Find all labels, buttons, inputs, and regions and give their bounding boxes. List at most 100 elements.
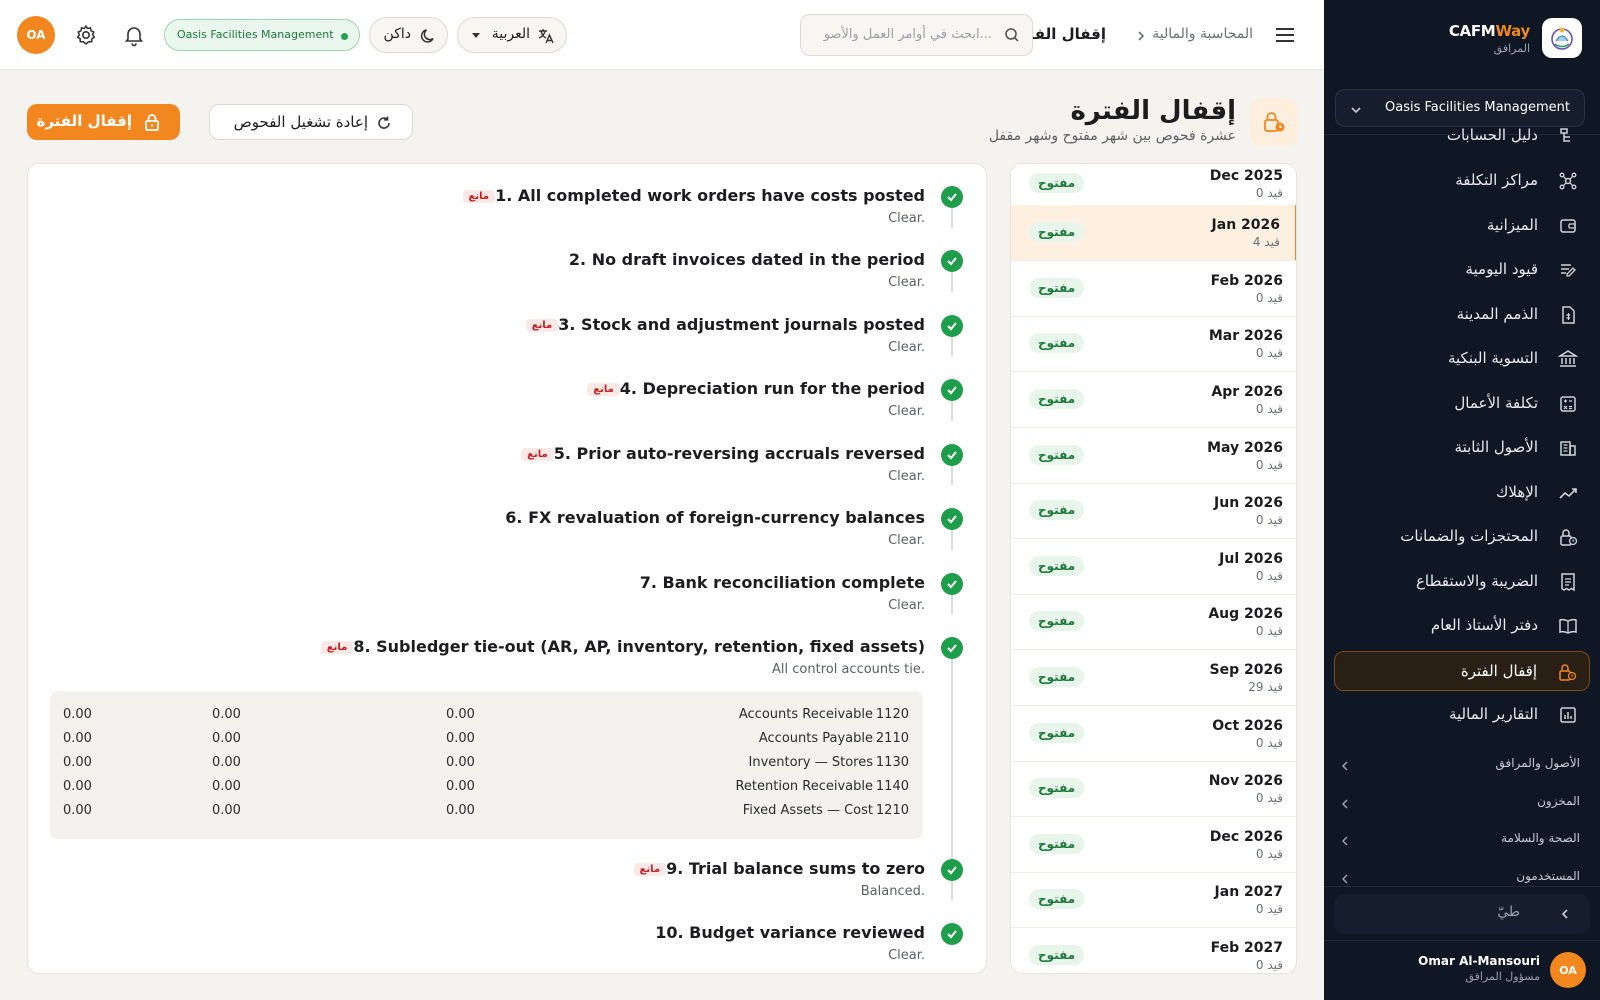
check-circle-icon [941, 923, 963, 945]
language-selector[interactable]: العربية [457, 17, 567, 53]
period-item[interactable]: Mar 2026 0 قيد مفتوح [1011, 316, 1296, 372]
status-badge: مفتوح [1029, 945, 1085, 965]
amount-cell: 0.00 [63, 731, 92, 746]
period-item[interactable]: Jun 2026 0 قيد مفتوح [1011, 483, 1296, 539]
table-row: 1130 Inventory — Stores 0.00 0.00 0.00 [50, 751, 923, 775]
period-entry-count: 0 قيد [1255, 513, 1283, 527]
chevron-left-icon [1340, 832, 1350, 851]
check-detail: Clear. [888, 211, 925, 226]
amount-cell: 0.00 [63, 779, 92, 794]
moon-icon [419, 27, 437, 49]
breadcrumb-parent[interactable]: المحاسبة والمالية [1152, 26, 1253, 42]
blocking-badge: مانع [521, 448, 554, 461]
period-item[interactable]: May 2026 0 قيد مفتوح [1011, 428, 1296, 484]
blocking-badge: مانع [462, 190, 496, 203]
brand[interactable]: CAFMWay المرافق [1342, 18, 1582, 60]
sidebar-item-general-ledger[interactable]: دفتر الأستاذ العام [1334, 606, 1590, 646]
status-dot [341, 33, 348, 40]
check-detail: Clear. [888, 948, 925, 963]
account-code: 1130 [875, 755, 909, 770]
period-entry-count: 0 قيد [1255, 736, 1283, 750]
sidebar-item-period-close[interactable]: إقفال الفترة [1334, 651, 1590, 691]
table-row: 1210 Fixed Assets — Cost 0.00 0.00 0.00 [50, 799, 923, 823]
period-item[interactable]: Oct 2026 0 قيد مفتوح [1011, 706, 1296, 762]
sidebar-group-label: الصحة والسلامة [1501, 831, 1580, 845]
receivable-document-icon [1558, 305, 1578, 325]
lock-clock-icon [1558, 527, 1578, 547]
table-row: 1120 Accounts Receivable 0.00 0.00 0.00 [50, 703, 923, 727]
amount-cell: 0.00 [446, 779, 475, 794]
period-item-selected[interactable]: Jan 2026 4 قيد مفتوح [1011, 205, 1296, 261]
period-entry-count: 0 قيد [1255, 291, 1283, 305]
timeline-connector [951, 880, 953, 900]
period-item[interactable]: Jan 2027 0 قيد مفتوح [1011, 872, 1296, 928]
period-name: Aug 2026 [1208, 606, 1283, 622]
refresh-icon [376, 115, 392, 135]
brand-name-part1: CAFM [1448, 22, 1496, 40]
sidebar-item-bank-reconciliation[interactable]: التسوية البنكية [1334, 339, 1590, 379]
period-item[interactable]: Dec 2026 0 قيد مفتوح [1011, 817, 1296, 873]
org-status-badge: Oasis Facilities Management [164, 19, 360, 51]
timeline-connector [951, 336, 953, 356]
period-item[interactable]: Nov 2026 0 قيد مفتوح [1011, 761, 1296, 817]
sidebar-item-financial-reports[interactable]: التقارير المالية [1334, 695, 1590, 735]
sidebar-group-health-safety[interactable]: الصحة والسلامة [1340, 828, 1580, 850]
status-badge: مفتوح [1029, 834, 1085, 854]
check-title-text: 7. Bank reconciliation complete [639, 573, 925, 592]
avatar[interactable]: OA [17, 16, 55, 54]
sidebar-item-retention[interactable]: المحتجزات والضمانات [1334, 517, 1590, 557]
chevron-left-icon [1340, 870, 1350, 886]
chevron-left-icon [1340, 795, 1350, 814]
check-title: مانع 5. Prior auto-reversing accruals rev… [511, 444, 925, 463]
sidebar-group-users[interactable]: المستخدمون [1340, 866, 1580, 886]
sidebar-item-depreciation[interactable]: الإهلاك [1334, 473, 1590, 513]
sidebar-item-label: الميزانية [1486, 216, 1538, 234]
sidebar-divider [1324, 886, 1600, 887]
sidebar-group-label: المستخدمون [1516, 869, 1580, 883]
amount-cell: 0.00 [446, 707, 475, 722]
sidebar-item-budget[interactable]: الميزانية [1334, 206, 1590, 246]
timeline-connector [951, 658, 953, 864]
blocking-badge: مانع [633, 863, 667, 876]
bell-icon[interactable] [122, 23, 146, 47]
menu-icon[interactable] [1272, 22, 1298, 48]
period-item[interactable]: Feb 2027 0 قيد مفتوح [1011, 928, 1296, 973]
sidebar-item-fixed-assets[interactable]: الأصول الثابتة [1334, 428, 1590, 468]
chevron-down-icon [1350, 101, 1362, 120]
sidebar-group-inventory[interactable]: المخزون [1340, 791, 1580, 813]
sidebar-item-label: الذمم المدينة [1456, 305, 1538, 323]
user-profile[interactable]: OA Omar Al-Mansouri مسؤول المرافق [1336, 950, 1586, 990]
receipt-icon [1558, 572, 1578, 592]
sidebar-group-assets-facilities[interactable]: الأصول والمرافق [1340, 753, 1580, 775]
check-circle-icon [941, 315, 963, 337]
sidebar-item-journal-entries[interactable]: قيود اليومية [1334, 250, 1590, 290]
search-input[interactable]: ابحث في أوامر العمل والأصو... [800, 14, 1033, 56]
period-item[interactable]: Sep 2026 29 قيد مفتوح [1011, 650, 1296, 706]
theme-label: داكن [383, 26, 411, 42]
gear-icon[interactable] [74, 23, 98, 47]
close-period-button[interactable]: إقفال الفترة [27, 104, 180, 140]
org-selector[interactable]: Oasis Facilities Management [1335, 89, 1585, 127]
period-item[interactable]: Jul 2026 0 قيد مفتوح [1011, 539, 1296, 595]
sidebar-item-job-costing[interactable]: تكلفة الأعمال [1334, 384, 1590, 424]
search-icon [1004, 27, 1020, 47]
period-entry-count: 0 قيد [1255, 902, 1283, 916]
chevron-right-icon [1136, 28, 1146, 47]
sidebar: CAFMWay المرافق Oasis Facilities Managem… [1324, 0, 1600, 1000]
period-item[interactable]: Aug 2026 0 قيد مفتوح [1011, 594, 1296, 650]
sidebar-collapse-button[interactable]: طيّ [1334, 894, 1590, 934]
period-item[interactable]: Feb 2026 0 قيد مفتوح [1011, 261, 1296, 317]
check-title: 10. Budget variance reviewed [655, 923, 925, 942]
sidebar-item-cost-centers[interactable]: مراكز التكلفة [1334, 161, 1590, 201]
status-badge: مفتوح [1029, 222, 1085, 242]
account-code: 1140 [875, 779, 909, 794]
period-item[interactable]: Apr 2026 0 قيد مفتوح [1011, 372, 1296, 428]
rerun-checks-button[interactable]: إعادة تشغيل الفحوص [209, 104, 413, 140]
period-name: Sep 2026 [1209, 662, 1283, 678]
sidebar-item-tax-withholding[interactable]: الضريبة والاستقطاع [1334, 562, 1590, 602]
status-badge: مفتوح [1029, 500, 1085, 520]
theme-toggle[interactable]: داكن [369, 17, 448, 53]
sidebar-item-chart-of-accounts[interactable]: دليل الحسابات [1334, 128, 1590, 156]
sidebar-item-receivables[interactable]: الذمم المدينة [1334, 295, 1590, 335]
amount-cell: 0.00 [212, 803, 241, 818]
